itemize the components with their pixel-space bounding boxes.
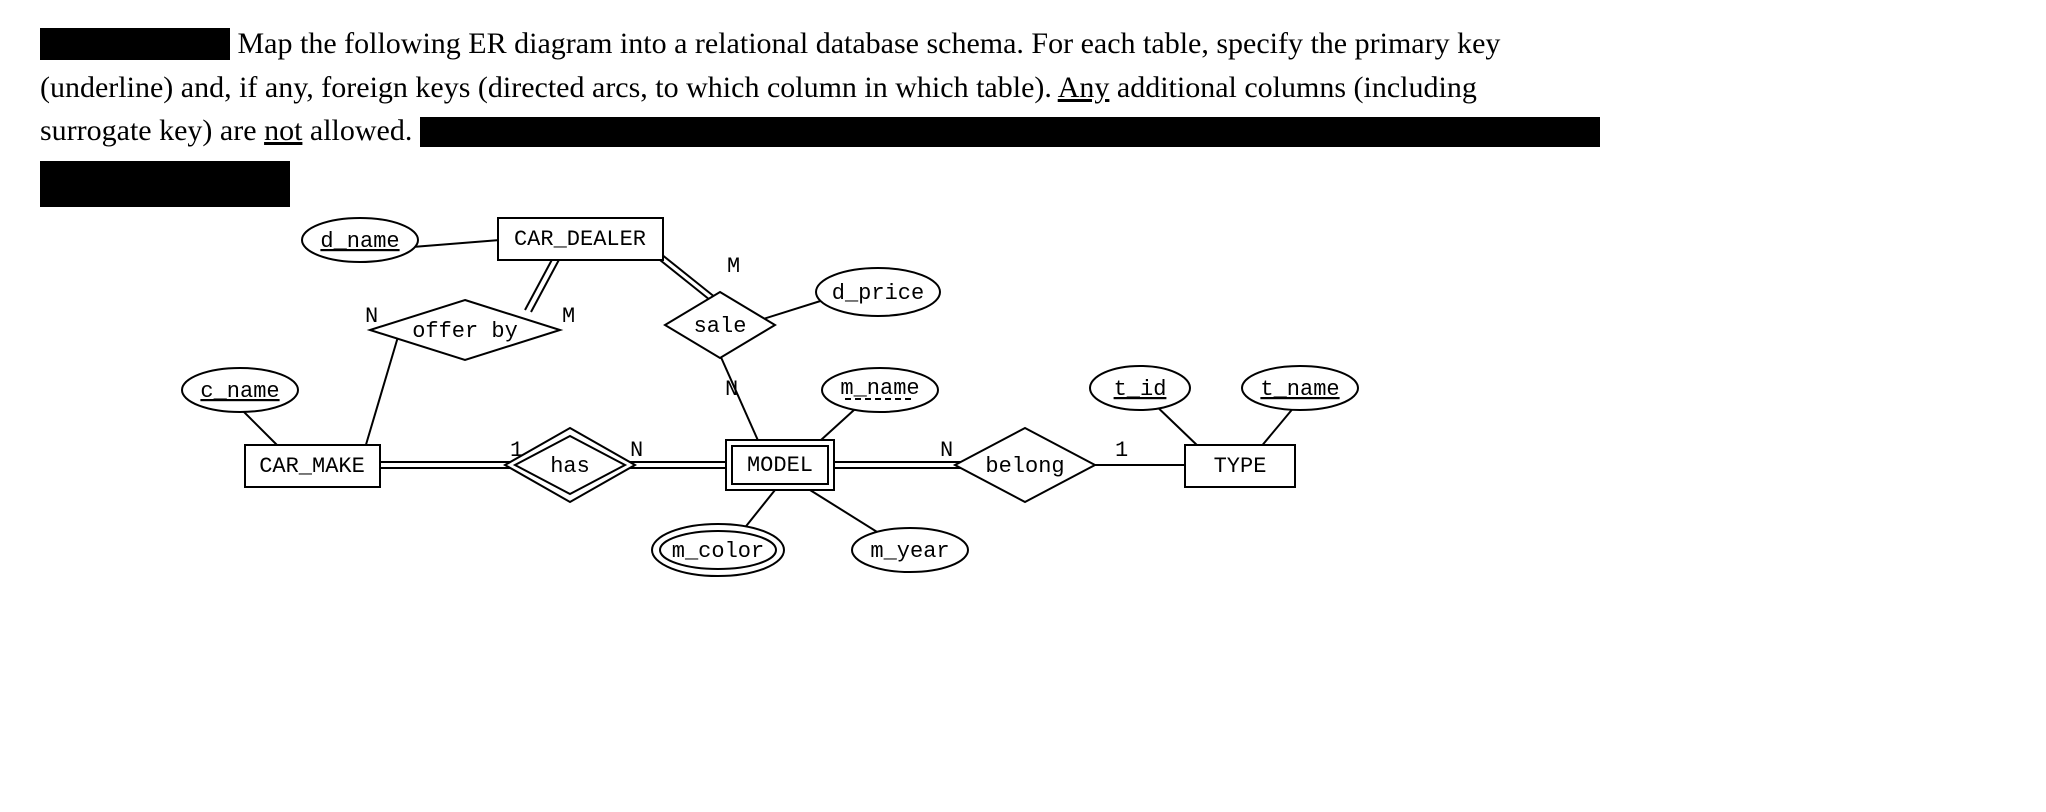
attribute-c-name-label: c_name [200,379,279,404]
card-has-model: N [630,438,643,463]
relationship-sale-label: sale [694,314,747,339]
attribute-t-id: t_id [1090,366,1190,410]
question-line2-pre: (underline) and, if any, foreign keys (d… [40,71,1058,104]
attribute-d-name-label: d_name [320,229,399,254]
question-line2-post: additional columns (including [1109,71,1476,104]
entity-car-dealer-label: CAR_DEALER [514,227,646,252]
entity-model-label: MODEL [747,453,813,478]
attribute-m-year: m_year [852,528,968,572]
entity-type: TYPE [1185,445,1295,487]
attribute-m-name-label: m_name [840,376,919,401]
entity-type-label: TYPE [1214,454,1267,479]
redact-block-1 [40,28,230,60]
attribute-c-name: c_name [182,368,298,412]
relationship-sale: sale [665,292,775,358]
relationship-has-label: has [550,454,590,479]
attribute-d-price-label: d_price [832,281,924,306]
relationship-offer-by-label: offer by [412,319,518,344]
attribute-t-id-label: t_id [1114,377,1167,402]
card-has-carmake: 1 [510,438,523,463]
attribute-m-color-multivalued: m_color [652,524,784,576]
question-line3-pre: surrogate key) are [40,114,264,147]
card-offer-by-carmake: N [365,304,378,329]
question-line1: Map the following ER diagram into a rela… [238,27,1501,60]
attribute-t-name: t_name [1242,366,1358,410]
card-belong-model: N [940,438,953,463]
card-sale-cardealer: M [727,254,740,279]
redact-block-2 [420,117,1600,147]
attribute-d-price: d_price [816,268,940,316]
attribute-t-name-label: t_name [1260,377,1339,402]
attribute-m-color-label: m_color [672,539,764,564]
card-offer-by-cardealer: M [562,304,575,329]
relationship-has-identifying: has [505,428,635,502]
attribute-m-name: m_name [822,368,938,412]
relationship-belong: belong [955,428,1095,502]
entity-model-weak: MODEL [726,440,834,490]
card-belong-type: 1 [1115,438,1128,463]
entity-car-make-label: CAR_MAKE [259,454,365,479]
page: Map the following ER diagram into a rela… [0,0,2046,812]
question-line3-post: allowed. [302,114,419,147]
word-any: Any [1058,71,1110,104]
er-diagram: CAR_DEALER CAR_MAKE MODEL TYPE [0,200,2046,800]
word-not: not [264,114,302,147]
attribute-m-year-label: m_year [870,539,949,564]
relationship-belong-label: belong [985,454,1064,479]
attribute-d-name: d_name [302,218,418,262]
entity-car-dealer: CAR_DEALER [498,218,663,260]
card-sale-model: N [725,377,738,402]
question-text: Map the following ER diagram into a rela… [40,22,1920,212]
entity-car-make: CAR_MAKE [245,445,380,487]
